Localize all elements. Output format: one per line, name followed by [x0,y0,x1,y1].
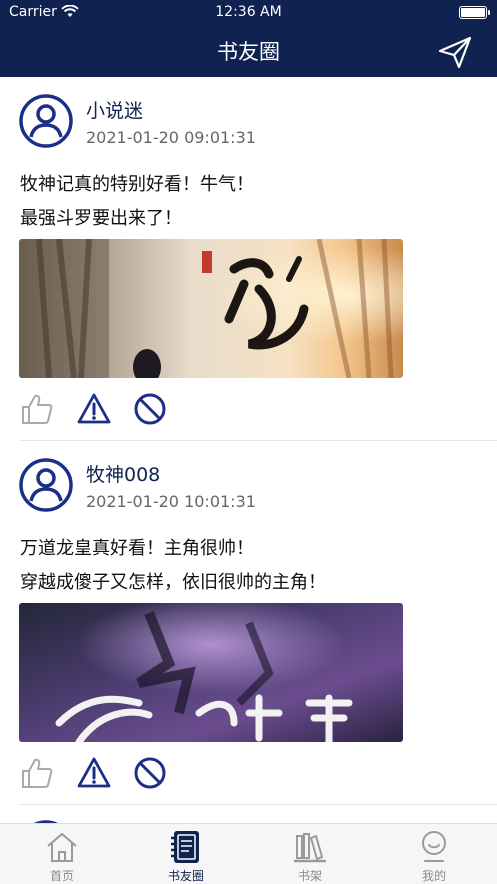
post-image[interactable] [19,239,403,378]
post-text-line: 最强斗罗要出来了！ [20,208,182,229]
tab-bar: 首页 书友圈 书架 我的 [0,823,497,884]
navigation-bar: Carrier 12:36 AM 书友圈 [0,0,497,77]
profile-icon [422,831,446,862]
bookshelf-icon [294,833,326,863]
home-icon [47,833,77,862]
post-card: 牧神008 2021-01-20 10:01:31 万道龙皇真好看！主角很帅！ … [0,441,497,805]
post-image[interactable] [19,603,403,742]
tab-label: 我的 [421,869,446,883]
post-text-line: 穿越成傻子又怎样，依旧很帅的主角！ [20,572,326,593]
post-text-line: 万道龙皇真好看！主角很帅！ [20,538,254,559]
post-timestamp: 2021-01-20 09:01:31 [86,128,256,147]
tab-home[interactable]: 首页 [0,824,124,884]
tab-bookshelf[interactable]: 书架 [248,824,372,884]
page-title: 书友圈 [217,40,280,64]
post-card: 小说迷 2021-01-20 09:01:31 牧神记真的特别好看！牛气！ 最强… [0,77,497,441]
tab-label: 书友圈 [167,869,204,883]
report-warning-icon[interactable] [77,392,111,426]
tab-profile[interactable]: 我的 [372,824,496,884]
report-warning-icon[interactable] [77,756,111,790]
like-icon[interactable] [20,392,54,426]
block-icon[interactable] [133,392,167,426]
post-divider [20,804,497,805]
status-time: 12:36 AM [215,4,282,20]
user-avatar-icon[interactable] [19,458,73,512]
tab-book-circle[interactable]: 书友圈 [124,824,248,884]
username[interactable]: 牧神008 [86,460,160,487]
status-bar: Carrier 12:36 AM [0,0,497,24]
post-feed[interactable]: 小说迷 2021-01-20 09:01:31 牧神记真的特别好看！牛气！ 最强… [0,77,497,823]
tab-label: 首页 [49,869,74,883]
battery-icon [459,6,490,19]
user-avatar-icon[interactable] [19,94,73,148]
tab-label: 书架 [297,869,322,883]
send-icon[interactable] [437,34,473,70]
username[interactable]: 小说迷 [86,96,143,123]
like-icon[interactable] [20,756,54,790]
block-icon[interactable] [133,756,167,790]
post-timestamp: 2021-01-20 10:01:31 [86,492,256,511]
post-text-line: 牧神记真的特别好看！牛气！ [20,174,254,195]
notebook-icon [171,831,199,863]
